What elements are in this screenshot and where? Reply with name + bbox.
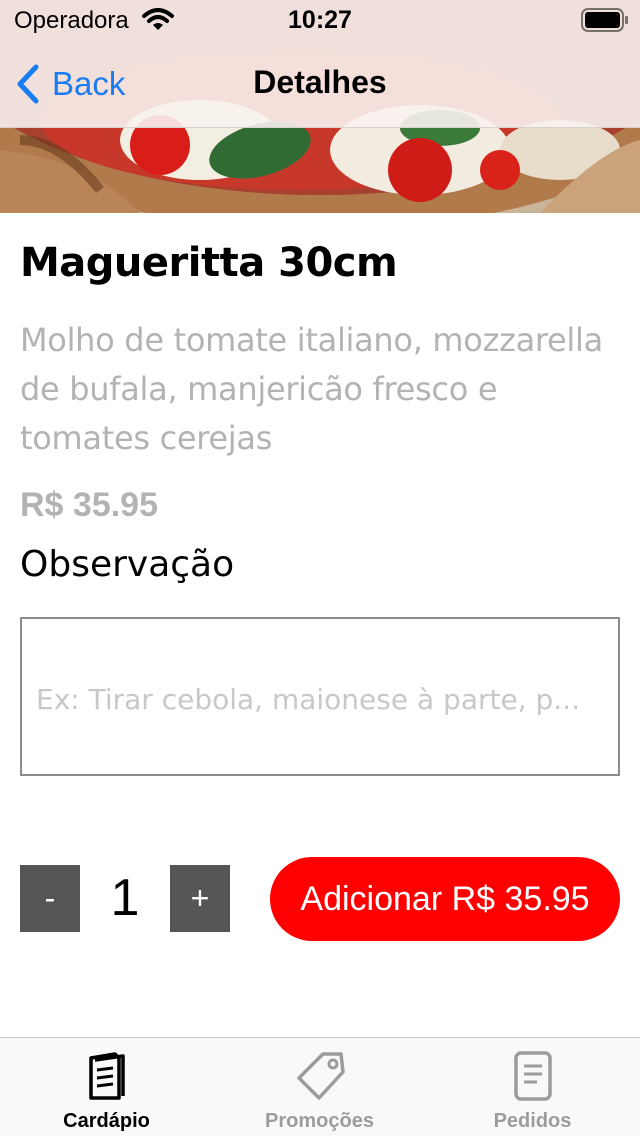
battery-icon <box>581 8 628 32</box>
tab-bar: Cardápio Promoções Pedidos <box>0 1037 640 1136</box>
menu-book-icon <box>88 1052 125 1100</box>
tab-label-promocoes: Promoções <box>265 1110 374 1132</box>
quantity-increase-button[interactable]: + <box>170 865 230 932</box>
clock: 10:27 <box>288 6 352 34</box>
observation-input[interactable]: Ex: Tirar cebola, maionese à parte, p... <box>20 617 620 776</box>
product-description: Molho de tomate italiano, mozzarella de … <box>20 321 603 457</box>
observation-placeholder: Ex: Tirar cebola, maionese à parte, p... <box>36 683 580 716</box>
page-title: Detalhes <box>253 64 387 100</box>
tab-pedidos[interactable]: Pedidos <box>426 1038 639 1136</box>
tag-icon <box>296 1052 345 1100</box>
status-bar: Operadora 10:27 <box>0 0 640 40</box>
observation-label: Observação <box>20 544 235 585</box>
quantity-value: 1 <box>110 869 140 927</box>
tab-cardapio[interactable]: Cardápio <box>0 1038 213 1136</box>
tab-promocoes[interactable]: Promoções <box>213 1038 426 1136</box>
tab-label-pedidos: Pedidos <box>493 1110 572 1132</box>
quantity-decrease-button[interactable]: - <box>20 865 80 932</box>
product-price: R$ 35.95 <box>20 486 158 524</box>
add-to-order-button[interactable]: Adicionar R$ 35.95 <box>270 857 620 941</box>
receipt-icon <box>513 1051 552 1101</box>
product-name: Magueritta 30cm <box>20 240 398 286</box>
tab-label-cardapio: Cardápio <box>63 1110 150 1132</box>
